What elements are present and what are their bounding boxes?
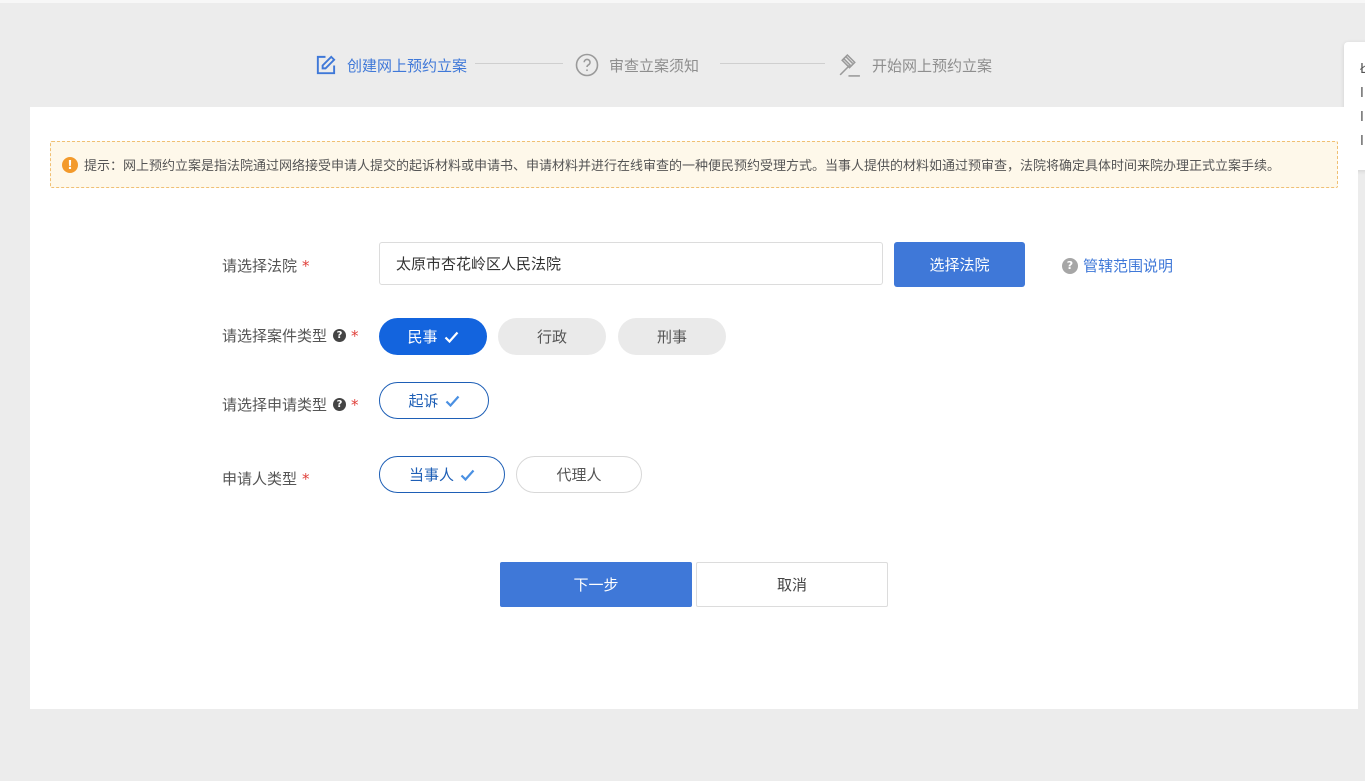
applicant-type-option-party[interactable]: 当事人 — [379, 456, 505, 493]
case-type-label-text: 请选择案件类型 — [222, 327, 328, 345]
option-label: 当事人 — [408, 466, 454, 484]
court-label: 请选择法院 * — [222, 255, 310, 276]
form-card: ! 提示：网上预约立案是指法院通过网络接受申请人提交的起诉材料或申请书、申请材料… — [30, 107, 1358, 709]
step-review[interactable]: 审查立案须知 — [575, 50, 699, 80]
apply-type-label: 请选择申请类型 ? * — [222, 394, 359, 415]
applicant-type-label: 申请人类型 * — [222, 468, 310, 489]
edit-icon — [316, 55, 336, 74]
required-mark: * — [351, 326, 359, 345]
side-panel-char: Ⅰ — [1360, 110, 1364, 125]
help-circle-icon: ? — [1062, 257, 1078, 274]
select-court-button[interactable]: 选择法院 — [894, 242, 1025, 287]
court-input[interactable] — [379, 242, 883, 285]
case-type-option-civil[interactable]: 民事 — [379, 318, 487, 355]
step-create[interactable]: 创建网上预约立案 — [314, 50, 467, 80]
scope-link-label: 管辖范围说明 — [1083, 257, 1174, 275]
cancel-button[interactable]: 取消 — [696, 562, 888, 607]
case-type-label: 请选择案件类型 ? * — [222, 325, 359, 346]
step-connector — [475, 63, 563, 64]
option-label: 刑事 — [656, 328, 687, 346]
help-icon[interactable]: ? — [333, 398, 347, 411]
question-circle-icon — [575, 53, 599, 77]
apply-type-option-lawsuit[interactable]: 起诉 — [379, 382, 489, 419]
check-icon — [445, 395, 459, 407]
notice-banner: ! 提示：网上预约立案是指法院通过网络接受申请人提交的起诉材料或申请书、申请材料… — [50, 141, 1338, 188]
side-panel-char: Ł — [1360, 62, 1365, 77]
required-mark: * — [302, 256, 310, 275]
side-panel-char: Ⅰ — [1360, 86, 1364, 101]
option-label: 起诉 — [408, 392, 439, 410]
option-label: 民事 — [407, 328, 438, 346]
step-create-label: 创建网上预约立案 — [347, 56, 468, 75]
case-type-option-administrative[interactable]: 行政 — [498, 318, 606, 355]
gavel-icon — [839, 53, 860, 77]
option-label: 行政 — [536, 328, 567, 346]
step-connector — [720, 63, 825, 64]
option-label: 代理人 — [556, 466, 602, 484]
help-icon[interactable]: ? — [333, 329, 347, 342]
check-icon — [460, 469, 475, 481]
side-panel-char: Ⅰ — [1360, 134, 1364, 149]
apply-type-label-text: 请选择申请类型 — [222, 396, 328, 414]
warning-icon: ! — [62, 156, 78, 173]
notice-text: 提示：网上预约立案是指法院通过网络接受申请人提交的起诉材料或申请书、申请材料并进… — [84, 159, 1281, 174]
court-label-text: 请选择法院 — [222, 257, 298, 275]
jurisdiction-scope-link[interactable]: ? 管辖范围说明 — [1062, 255, 1173, 276]
case-type-option-criminal[interactable]: 刑事 — [618, 318, 726, 355]
applicant-type-label-text: 申请人类型 — [222, 470, 298, 488]
required-mark: * — [351, 395, 359, 414]
top-edge — [0, 0, 1365, 3]
check-icon — [444, 331, 458, 343]
applicant-type-option-agent[interactable]: 代理人 — [516, 456, 642, 493]
next-step-button[interactable]: 下一步 — [500, 562, 692, 607]
step-indicator: 创建网上预约立案 审查立案须知 开始网上预约立案 — [0, 40, 1365, 90]
step-start-label: 开始网上预约立案 — [872, 56, 993, 75]
required-mark: * — [302, 469, 310, 488]
step-review-label: 审查立案须知 — [609, 56, 700, 75]
step-start[interactable]: 开始网上预约立案 — [837, 50, 992, 80]
